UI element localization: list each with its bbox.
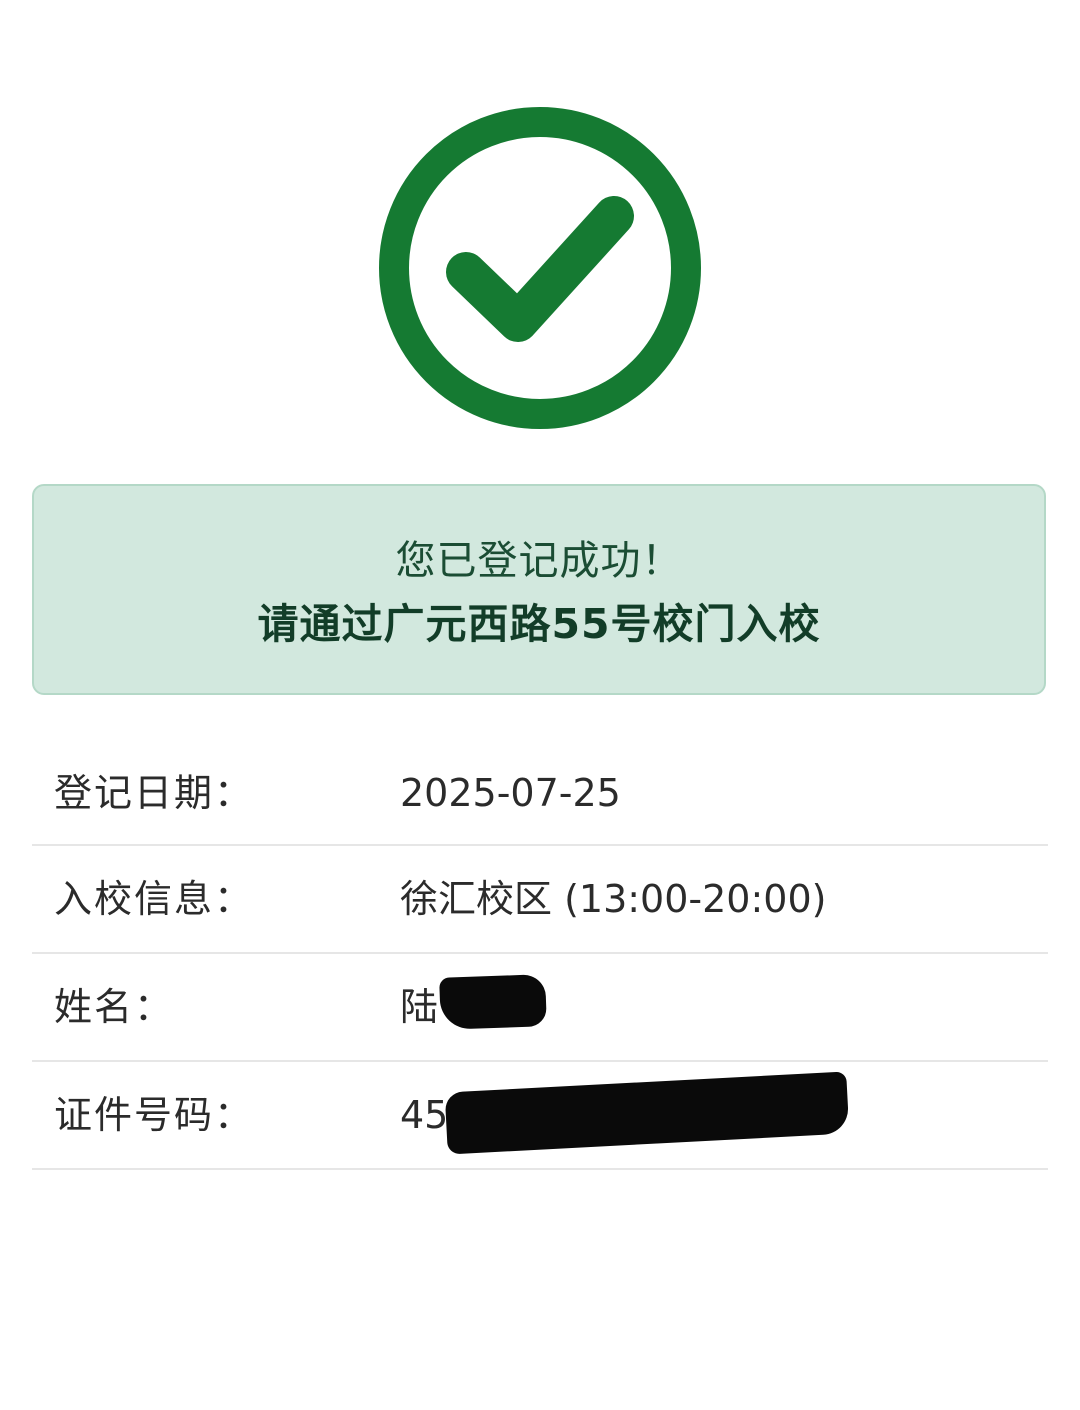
- name-label: 姓名：: [54, 985, 175, 1029]
- date-label: 登记日期：: [54, 771, 255, 815]
- info-row-date: 登记日期： 2025-07-25: [32, 740, 1048, 846]
- name-redaction: [439, 974, 547, 1030]
- info-row-entry: 入校信息： 徐汇校区 (13:00-20:00): [32, 846, 1048, 954]
- entry-gate-instruction: 请通过广元西路55号校门入校: [257, 600, 821, 648]
- check-circle-icon: [379, 107, 701, 429]
- success-message: 您已登记成功！: [395, 538, 683, 584]
- date-value: 2025-07-25: [400, 771, 621, 815]
- name-value: 陆: [400, 985, 439, 1029]
- id-number-label: 证件号码：: [54, 1093, 255, 1137]
- entry-info-label: 入校信息：: [54, 877, 255, 921]
- id-number-value: 45: [400, 1093, 449, 1137]
- entry-info-value: 徐汇校区 (13:00-20:00): [400, 877, 827, 921]
- success-notice: 您已登记成功！ 请通过广元西路55号校门入校: [32, 484, 1046, 695]
